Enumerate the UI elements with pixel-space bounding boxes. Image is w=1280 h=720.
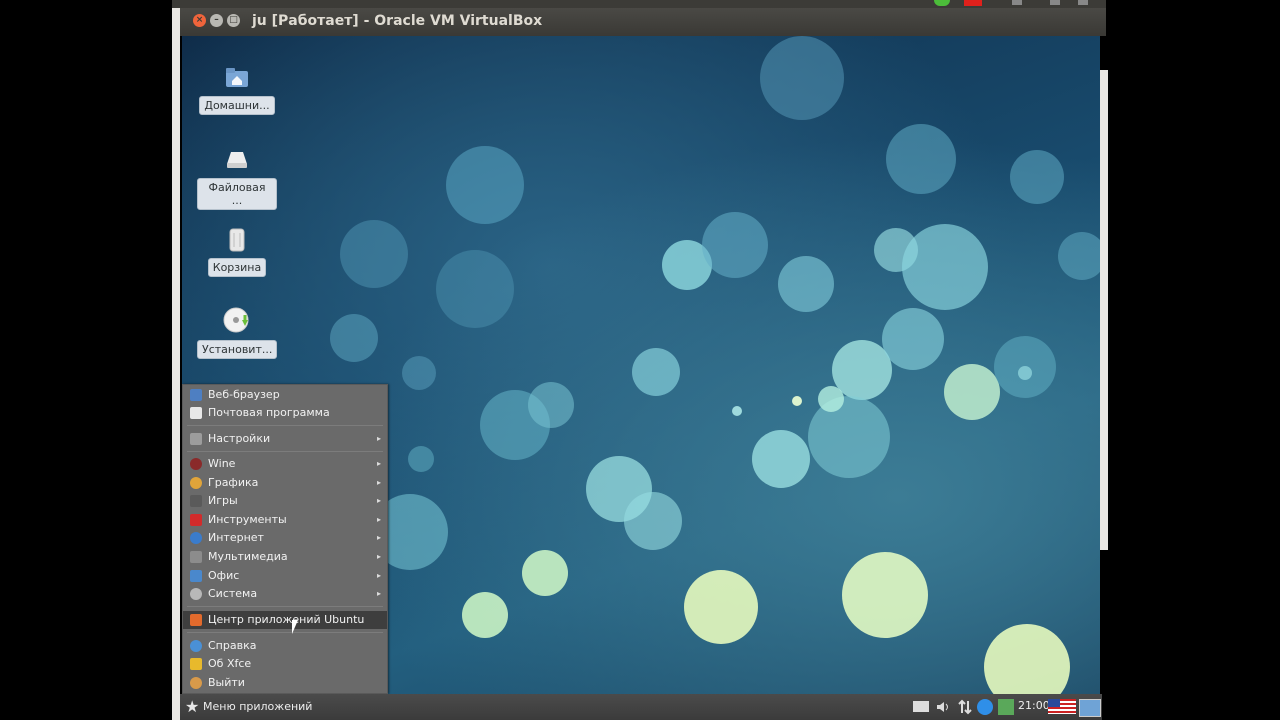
- menu-separator: [187, 632, 383, 633]
- submenu-arrow-icon: ▸: [376, 552, 381, 561]
- desktop-icon-trash[interactable]: Корзина: [197, 224, 277, 277]
- internet-icon: [190, 532, 202, 544]
- menu-item-settings[interactable]: Настройки ▸: [183, 430, 387, 448]
- desktop-icon[interactable]: [1079, 699, 1101, 717]
- submenu-arrow-icon: ▸: [376, 589, 381, 598]
- software-center-icon: [190, 614, 202, 626]
- wine-icon: [190, 458, 202, 470]
- star-icon: ★: [185, 697, 200, 716]
- desktop-icon-home[interactable]: Домашни...: [197, 62, 277, 115]
- taskbar-panel: ★ Меню приложений 21:00: [180, 694, 1102, 720]
- help-icon: [190, 640, 202, 652]
- web-browser-icon: [190, 389, 202, 401]
- menu-item-internet[interactable]: Интернет ▸: [183, 529, 387, 547]
- desktop-icon-label: Установит...: [197, 340, 278, 359]
- desktop-icon-filesystem[interactable]: Файловая ...: [197, 144, 277, 210]
- volume-icon[interactable]: [935, 699, 951, 715]
- menu-item-about-xfce[interactable]: Об Xfce: [183, 655, 387, 673]
- install-disc-icon: [222, 306, 252, 336]
- tools-icon: [190, 514, 202, 526]
- multimedia-icon: [190, 551, 202, 563]
- submenu-arrow-icon: ▸: [376, 515, 381, 524]
- host-tray-icon[interactable]: [1078, 0, 1088, 5]
- desktop-icon-install[interactable]: Установит...: [197, 306, 278, 359]
- desktop-icon-label: Корзина: [207, 258, 267, 277]
- update-notice-icon[interactable]: [977, 699, 993, 715]
- host-tray-icon[interactable]: [1050, 0, 1060, 5]
- submenu-arrow-icon: ▸: [376, 533, 381, 542]
- desktop-icon-label: Домашни...: [199, 96, 275, 115]
- submenu-arrow-icon: ▸: [376, 478, 381, 487]
- logout-icon: [190, 677, 202, 689]
- trash-icon: [222, 224, 252, 254]
- menu-item-games[interactable]: Игры ▸: [183, 492, 387, 510]
- submenu-arrow-icon: ▸: [376, 434, 381, 443]
- menu-separator: [187, 606, 383, 607]
- menu-item-tools[interactable]: Инструменты ▸: [183, 511, 387, 529]
- submenu-arrow-icon: ▸: [376, 571, 381, 580]
- host-tray-icon[interactable]: [1012, 0, 1022, 5]
- host-tray-red-icon[interactable]: [964, 0, 982, 6]
- network-icon[interactable]: [957, 699, 973, 715]
- clock[interactable]: 21:00: [1018, 699, 1050, 712]
- menu-item-system[interactable]: Система ▸: [183, 585, 387, 603]
- graphics-icon: [190, 477, 202, 489]
- menu-item-office[interactable]: Офис ▸: [183, 567, 387, 585]
- vbox-titlebar[interactable]: × – □ ju [Работает] - Oracle VM VirtualB…: [180, 8, 1106, 36]
- about-xfce-icon: [190, 658, 202, 670]
- settings-icon: [190, 433, 202, 445]
- menu-item-multimedia[interactable]: Мультимедиа ▸: [183, 548, 387, 566]
- desktop-icon-label: Файловая ...: [197, 178, 277, 210]
- host-screen-right: [1106, 0, 1280, 720]
- games-icon: [190, 495, 202, 507]
- window-title: ju [Работает] - Oracle VM VirtualBox: [252, 13, 543, 29]
- applications-menu[interactable]: Веб-браузер Почтовая программа Настройки…: [182, 384, 388, 694]
- close-icon[interactable]: ×: [193, 14, 206, 27]
- menu-separator: [187, 425, 383, 426]
- host-window-edge: [172, 0, 180, 720]
- menu-item-mail[interactable]: Почтовая программа: [183, 404, 387, 422]
- drive-icon: [222, 144, 252, 174]
- menu-item-graphics[interactable]: Графика ▸: [183, 474, 387, 492]
- office-icon: [190, 570, 202, 582]
- menu-item-software-center[interactable]: Центр приложений Ubuntu: [183, 611, 387, 629]
- menu-item-help[interactable]: Справка: [183, 637, 387, 655]
- us-flag-icon[interactable]: [1048, 699, 1076, 714]
- mail-icon[interactable]: [913, 701, 929, 712]
- mail-icon: [190, 407, 202, 419]
- minimize-icon[interactable]: –: [210, 14, 223, 27]
- system-icon: [190, 588, 202, 600]
- menu-item-logout[interactable]: Выйти: [183, 674, 387, 692]
- mouse-cursor: [292, 620, 298, 634]
- menu-item-web-browser[interactable]: Веб-браузер: [183, 386, 387, 404]
- home-folder-icon: [222, 62, 252, 92]
- submenu-arrow-icon: ▸: [376, 496, 381, 505]
- menu-item-wine[interactable]: Wine ▸: [183, 455, 387, 473]
- menu-separator: [187, 451, 383, 452]
- host-screen-left: [0, 0, 172, 720]
- battery-icon[interactable]: [998, 699, 1014, 715]
- maximize-icon[interactable]: □: [227, 14, 240, 27]
- submenu-arrow-icon: ▸: [376, 459, 381, 468]
- host-scrollbar-edge: [1100, 70, 1108, 550]
